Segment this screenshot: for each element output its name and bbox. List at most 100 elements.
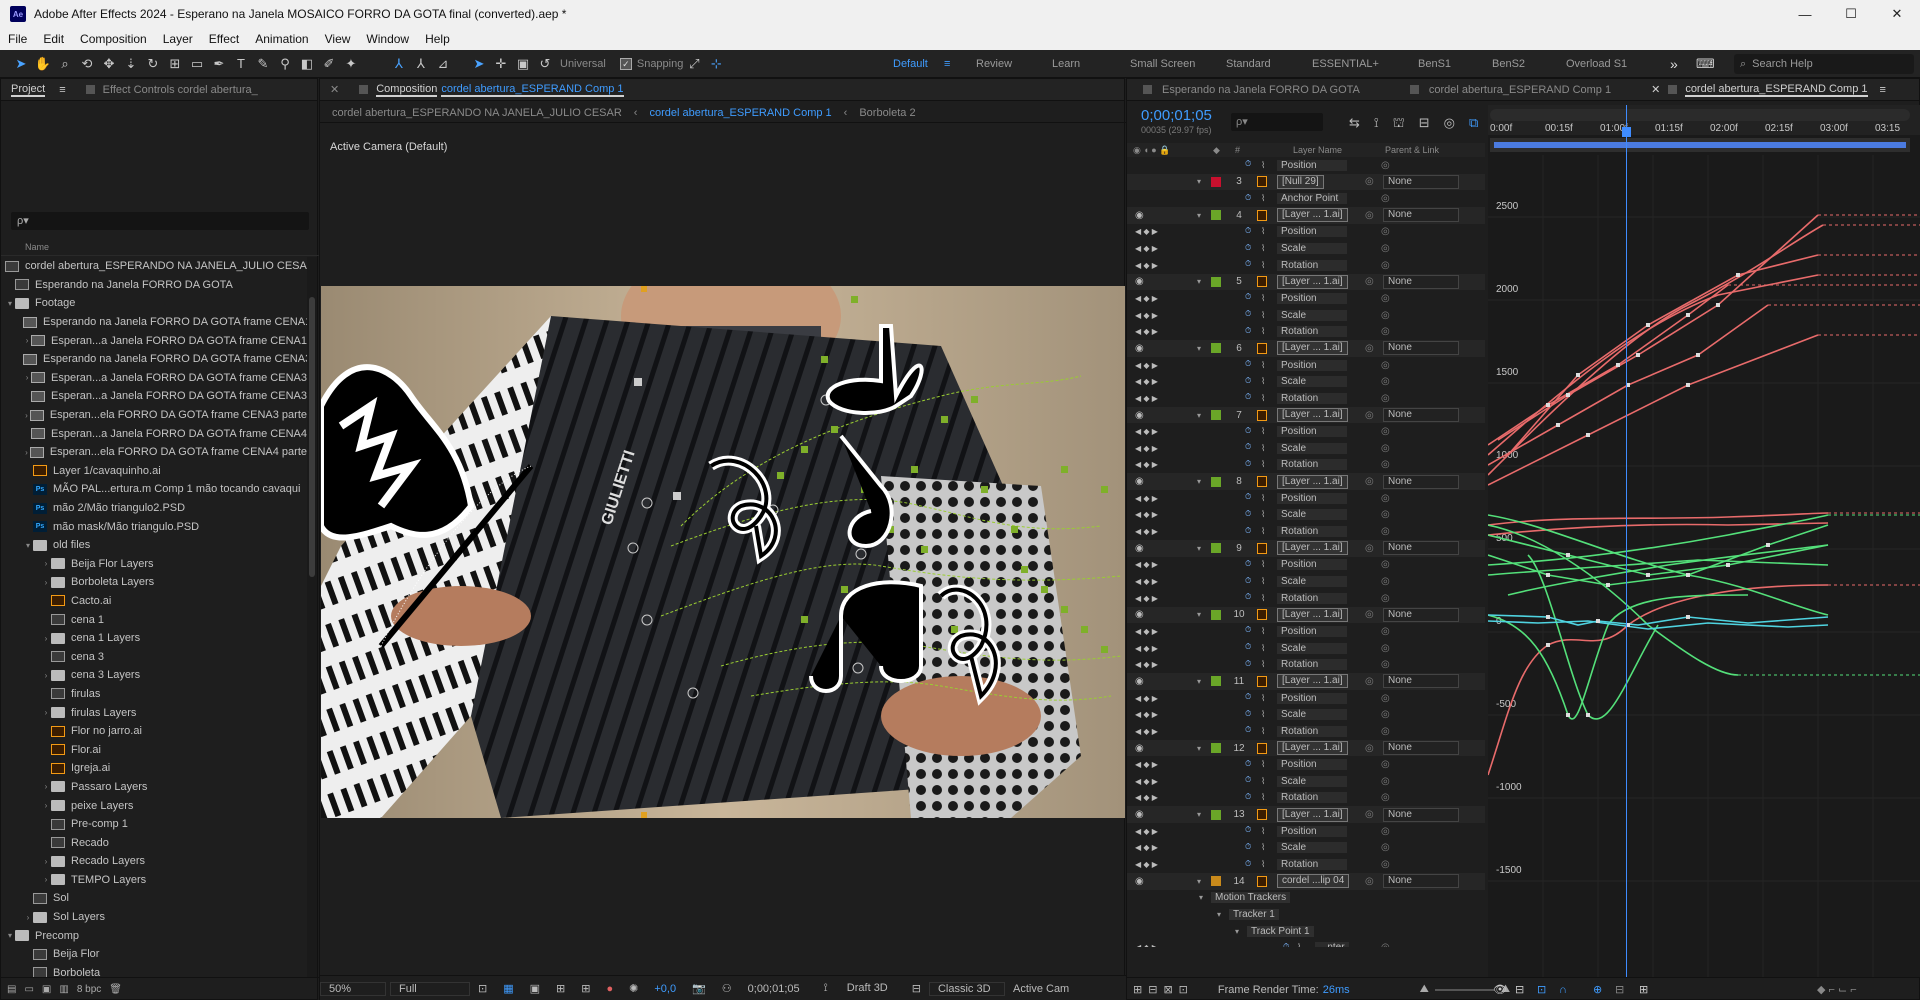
parent-pickwhip-icon[interactable]: ◎ bbox=[1365, 609, 1374, 620]
stopwatch-icon[interactable]: ⏱ bbox=[1245, 376, 1259, 388]
exposure-value[interactable]: +0,0 bbox=[646, 983, 684, 995]
composition-frame[interactable]: GIULIETTI bbox=[321, 286, 1125, 818]
expression-pickwhip-icon[interactable]: ◎ bbox=[1381, 226, 1390, 237]
twirl-icon[interactable]: ▾ bbox=[1197, 211, 1201, 220]
column-number[interactable]: # bbox=[1235, 145, 1240, 155]
property-name[interactable]: Position bbox=[1277, 759, 1347, 771]
renderer-dropdown[interactable]: Classic 3D bbox=[928, 981, 1005, 996]
transform-handle[interactable] bbox=[673, 492, 681, 500]
keyframe-hold-icon[interactable]: ◆ ⌐ ⌙ ⌐ bbox=[1817, 983, 1857, 996]
property-row[interactable]: ◀ ◆ ▶ ⏱ ⌇ Position ◎ bbox=[1127, 623, 1485, 640]
project-item[interactable]: Pre-comp 1 bbox=[1, 815, 307, 834]
stopwatch-icon[interactable]: ⏱ bbox=[1245, 159, 1259, 171]
keyframe-navigator-icon[interactable]: ◀ ◆ ▶ bbox=[1135, 694, 1158, 703]
keyframe-navigator-icon[interactable]: ◀ ◆ ▶ bbox=[1135, 627, 1158, 636]
tab-timeline-esperando[interactable]: Esperando na Janela FORRO DA GOTA bbox=[1127, 79, 1370, 101]
sync-settings-icon[interactable]: ⌨ bbox=[1696, 50, 1715, 78]
graph-include-icon[interactable]: ⌇ bbox=[1261, 792, 1265, 803]
property-group-name[interactable]: Track Point 1 bbox=[1247, 925, 1314, 937]
property-row[interactable]: ◀ ◆ ▶ ⏱ ⌇ Position ◎ bbox=[1127, 823, 1485, 840]
keyframe-navigator-icon[interactable]: ◀ ◆ ▶ bbox=[1135, 660, 1158, 669]
twirl-icon[interactable]: › bbox=[41, 708, 51, 717]
layer-name[interactable]: [Layer ... 1.ai] bbox=[1277, 541, 1348, 556]
graph-keyframe[interactable] bbox=[1716, 303, 1720, 307]
timeline-layer-row[interactable]: ◉ ▾ 10 [Layer ... 1.ai] ◎ None bbox=[1127, 606, 1485, 624]
menu-animation[interactable]: Animation bbox=[247, 32, 316, 46]
keyframe-navigator-icon[interactable]: ◀ ◆ ▶ bbox=[1135, 644, 1158, 653]
visibility-eye-icon[interactable]: ◉ bbox=[1135, 609, 1144, 620]
graph-keyframe[interactable] bbox=[1606, 583, 1610, 587]
project-item[interactable]: Esperan...a Janela FORRO DA GOTA frame C… bbox=[1, 387, 307, 406]
stopwatch-icon[interactable]: ⏱ bbox=[1245, 526, 1259, 538]
graph-include-icon[interactable]: ⌇ bbox=[1261, 576, 1265, 587]
stopwatch-icon[interactable]: ⏱ bbox=[1245, 509, 1259, 521]
label-color-swatch[interactable] bbox=[1211, 743, 1221, 754]
hand-tool-icon[interactable]: ✋ bbox=[32, 53, 54, 75]
workspace-bens2[interactable]: BenS2 bbox=[1492, 50, 1525, 78]
keyframe-navigator-icon[interactable]: ◀ ◆ ▶ bbox=[1135, 594, 1158, 603]
parent-pickwhip-icon[interactable]: ◎ bbox=[1365, 410, 1374, 421]
workspace-review[interactable]: Review bbox=[976, 50, 1012, 78]
zoom-slider[interactable] bbox=[1434, 988, 1495, 991]
menu-composition[interactable]: Composition bbox=[72, 32, 155, 46]
expression-pickwhip-icon[interactable]: ◎ bbox=[1381, 426, 1390, 437]
expression-pickwhip-icon[interactable]: ◎ bbox=[1381, 459, 1390, 470]
channel-icon[interactable]: ● bbox=[598, 983, 621, 995]
property-row[interactable]: ◀ ◆ ▶ ⏱ ⌇ Rotation ◎ bbox=[1127, 657, 1485, 674]
expression-pickwhip-icon[interactable]: ◎ bbox=[1381, 160, 1390, 171]
property-row[interactable]: ◀ ◆ ▶ ⏱ ⌇ Scale ◎ bbox=[1127, 773, 1485, 790]
project-item[interactable]: › Esperan...a Janela FORRO DA GOTA frame … bbox=[1, 331, 307, 350]
property-row[interactable]: ◀ ◆ ▶ ⏱ ⌇ Scale ◎ bbox=[1127, 240, 1485, 257]
expression-pickwhip-icon[interactable]: ◎ bbox=[1381, 493, 1390, 504]
project-item[interactable]: Flor.ai bbox=[1, 740, 307, 759]
twirl-icon[interactable]: ▾ bbox=[1197, 544, 1201, 553]
label-color-swatch[interactable] bbox=[1211, 210, 1221, 221]
timeline-layer-row[interactable]: ◉ ▾ 12 [Layer ... 1.ai] ◎ None bbox=[1127, 739, 1485, 757]
property-name[interactable]: Position bbox=[1277, 359, 1347, 371]
twirl-icon[interactable]: › bbox=[23, 373, 31, 382]
property-row[interactable]: ◀ ◆ ▶ ⏱ ⌇ Position ◎ bbox=[1127, 357, 1485, 374]
local-axis-mode-icon[interactable]: ⅄ bbox=[388, 53, 410, 75]
graph-keyframe[interactable] bbox=[1556, 423, 1560, 427]
stopwatch-icon[interactable]: ⏱ bbox=[1245, 326, 1259, 338]
render-time-icon[interactable]: ⊡ bbox=[1179, 983, 1188, 996]
expression-pickwhip-icon[interactable]: ◎ bbox=[1381, 942, 1390, 947]
frame-blending-icon[interactable]: ⊟ bbox=[1419, 115, 1430, 133]
property-name[interactable]: Position bbox=[1277, 226, 1347, 238]
graph-curve[interactable] bbox=[1488, 524, 1739, 676]
parent-dropdown[interactable]: None bbox=[1383, 408, 1459, 423]
property-name[interactable]: Rotation bbox=[1277, 725, 1347, 737]
layer-name[interactable]: [Layer ... 1.ai] bbox=[1277, 408, 1348, 423]
graph-keyframe[interactable] bbox=[1566, 713, 1570, 717]
parent-pickwhip-icon[interactable]: ◎ bbox=[1365, 176, 1374, 187]
project-item[interactable]: Ps mão 2/Mão triangulo2.PSD bbox=[1, 499, 307, 518]
roto-brush-tool-icon[interactable]: ✐ bbox=[318, 53, 340, 75]
lock-icon[interactable] bbox=[85, 85, 95, 94]
graph-include-icon[interactable]: ⌇ bbox=[1261, 193, 1265, 204]
workspace-small-screen[interactable]: Small Screen bbox=[1130, 50, 1195, 78]
lock-icon[interactable] bbox=[359, 85, 369, 94]
expression-pickwhip-icon[interactable]: ◎ bbox=[1381, 443, 1390, 454]
graph-include-icon[interactable]: ⌇ bbox=[1261, 326, 1265, 337]
comp-mini-flowchart-icon[interactable]: ⇆ bbox=[1349, 115, 1360, 133]
3d-select-icon[interactable]: ➤ bbox=[468, 53, 490, 75]
graph-include-icon[interactable]: ⌇ bbox=[1261, 859, 1265, 870]
graph-include-icon[interactable]: ⌇ bbox=[1261, 593, 1265, 604]
time-ruler[interactable]: 0:00f 00:15f 01:00f 01:15f 02:00f 02:15f 03:00… bbox=[1488, 105, 1920, 135]
visibility-eye-icon[interactable]: ◉ bbox=[1135, 343, 1144, 354]
3d-move-icon[interactable]: ✛ bbox=[490, 53, 512, 75]
breadcrumb-item[interactable]: cordel abertura_ESPERANDO NA JANELA_JULI… bbox=[320, 107, 634, 119]
property-name[interactable]: Scale bbox=[1277, 442, 1347, 454]
twirl-icon[interactable]: › bbox=[23, 411, 30, 420]
parent-pickwhip-icon[interactable]: ◎ bbox=[1365, 543, 1374, 554]
menu-help[interactable]: Help bbox=[417, 32, 458, 46]
property-row[interactable]: ◀ ◆ ▶ ⏱ ⌇ Scale ◎ bbox=[1127, 307, 1485, 324]
expression-pickwhip-icon[interactable]: ◎ bbox=[1381, 526, 1390, 537]
graph-curve[interactable] bbox=[1488, 512, 1829, 526]
expression-pickwhip-icon[interactable]: ◎ bbox=[1381, 693, 1390, 704]
stopwatch-icon[interactable]: ⏱ bbox=[1245, 842, 1259, 854]
project-item[interactable]: Ps MÃO PAL...ertura.m Comp 1 mão tocando … bbox=[1, 480, 307, 499]
shy-layers-icon[interactable]: ⛫ bbox=[1393, 115, 1405, 133]
property-name[interactable]: Scale bbox=[1277, 243, 1347, 255]
graph-keyframe[interactable] bbox=[1576, 373, 1580, 377]
